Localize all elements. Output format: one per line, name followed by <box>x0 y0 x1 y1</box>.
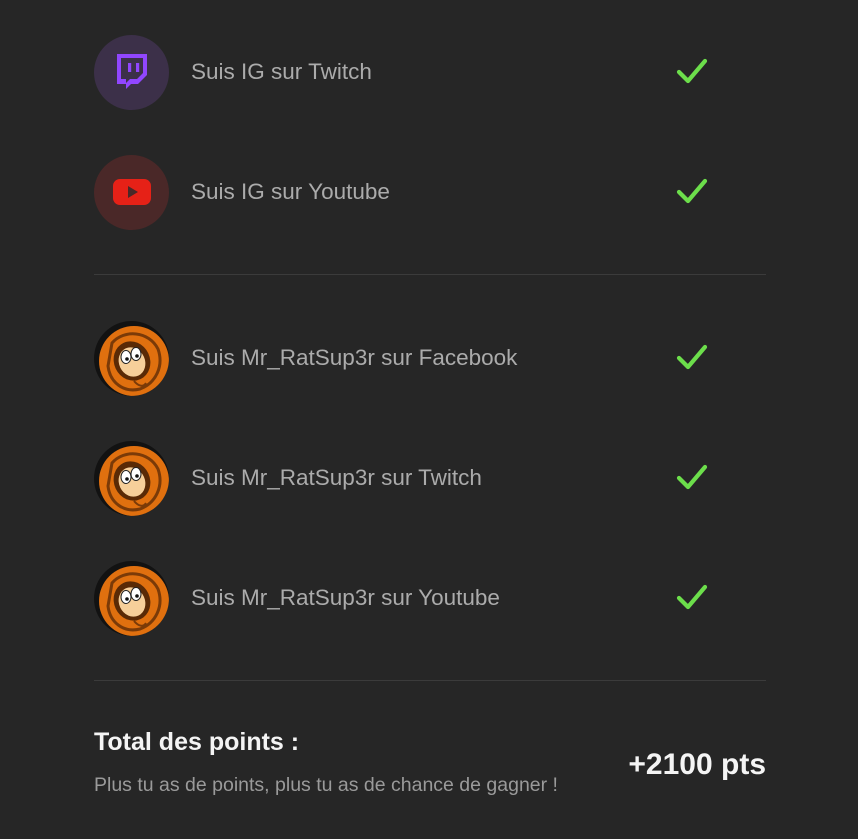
total-points: +2100 pts <box>628 748 766 781</box>
checkmark-icon <box>676 464 708 490</box>
task-row-mr-ratsup3r-youtube[interactable]: Suis Mr_RatSup3r sur Youtube <box>94 560 766 636</box>
twitch-icon <box>94 34 169 110</box>
kenny-avatar-icon <box>94 560 169 636</box>
divider <box>94 680 766 681</box>
total-subtitle: Plus tu as de points, plus tu as de chan… <box>94 774 558 796</box>
checkmark-icon <box>676 344 708 370</box>
task-row-ig-youtube[interactable]: Suis IG sur Youtube <box>94 154 766 230</box>
kenny-avatar-icon <box>94 320 169 396</box>
youtube-icon <box>94 154 169 230</box>
checkmark-icon <box>676 58 708 84</box>
divider <box>94 274 766 275</box>
kenny-avatar-icon <box>94 440 169 516</box>
checkmark-icon <box>676 584 708 610</box>
task-row-ig-twitch[interactable]: Suis IG sur Twitch <box>94 34 766 110</box>
task-row-mr-ratsup3r-twitch[interactable]: Suis Mr_RatSup3r sur Twitch <box>94 440 766 516</box>
checkmark-icon <box>676 178 708 204</box>
total-title: Total des points : <box>94 728 300 756</box>
task-row-mr-ratsup3r-facebook[interactable]: Suis Mr_RatSup3r sur Facebook <box>94 320 766 396</box>
